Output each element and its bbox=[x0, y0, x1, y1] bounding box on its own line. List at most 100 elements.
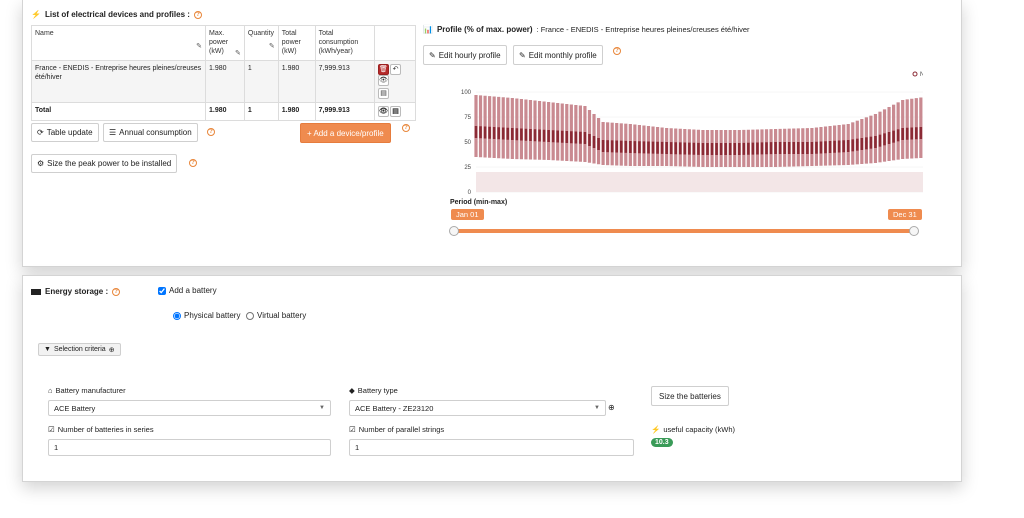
table-row: France - ENEDIS - Entreprise heures plei… bbox=[30, 60, 416, 103]
manufacturer-label: ⌂ Battery manufacturer bbox=[48, 386, 126, 395]
edit-icon: ☑ bbox=[48, 425, 55, 434]
y-tick-label: 0 bbox=[468, 190, 472, 196]
row-max-power: 1.980 bbox=[205, 60, 245, 103]
y-tick-label: 100 bbox=[461, 90, 472, 96]
period-slider-track[interactable] bbox=[449, 226, 919, 236]
legend-label: Needs bbox=[920, 72, 923, 78]
view-icon[interactable]: 👁 bbox=[378, 75, 389, 86]
y-tick-label: 25 bbox=[464, 165, 471, 171]
add-device-button[interactable]: + Add a device/profile bbox=[300, 123, 391, 143]
help-icon[interactable]: ? bbox=[613, 47, 621, 55]
chart-icon: 📊 bbox=[423, 25, 433, 34]
lightning-icon: ⚡ bbox=[31, 10, 41, 19]
help-icon[interactable]: ? bbox=[207, 128, 215, 136]
plus-circle-icon: ⊕ bbox=[108, 346, 115, 354]
column-header-quantity: Quantity ✎ bbox=[243, 25, 279, 61]
table-total-row: Total 1.980 1 1.980 7,999.913 👁 ▤ bbox=[30, 102, 416, 121]
row-total-power: 1.980 bbox=[277, 60, 316, 103]
table-update-button[interactable]: ⟳ Table update bbox=[31, 123, 99, 142]
devices-table: Name ✎ Max. power (kW) ✎ Quantity ✎ Total p… bbox=[30, 25, 416, 121]
storage-panel: Energy storage : ? Add a battery Physica… bbox=[22, 275, 962, 482]
edit-icon[interactable]: ✎ bbox=[269, 42, 275, 51]
legend-marker bbox=[912, 71, 918, 77]
total-total-power: 1.980 bbox=[277, 102, 316, 121]
edit-icon[interactable]: ✎ bbox=[196, 42, 202, 51]
total-max-power: 1.980 bbox=[205, 102, 245, 121]
battery-type-label: ◆ Battery type bbox=[349, 386, 398, 395]
capacity-badge: 10.3 bbox=[651, 438, 673, 447]
size-batteries-button[interactable]: Size the batteries bbox=[651, 386, 729, 406]
total-consumption: 7,999.913 bbox=[314, 102, 376, 121]
home-icon: ⌂ bbox=[48, 386, 53, 395]
edit-hourly-profile-button[interactable]: ✎ Edit hourly profile bbox=[423, 45, 507, 65]
profile-title: Profile (% of max. power) bbox=[436, 25, 533, 34]
pencil-icon: ✎ bbox=[429, 50, 436, 60]
baseline-band bbox=[476, 172, 923, 192]
physical-battery-option[interactable]: Physical battery bbox=[173, 311, 240, 320]
edit-monthly-profile-button[interactable]: ✎ Edit monthly profile bbox=[513, 45, 603, 65]
row-name: France - ENEDIS - Entreprise heures plei… bbox=[30, 60, 207, 103]
document-icon[interactable]: ▤ bbox=[390, 106, 401, 117]
devices-panel: ⚡ List of electrical devices and profile… bbox=[22, 0, 962, 267]
y-tick-label: 75 bbox=[464, 115, 471, 121]
undo-icon[interactable]: ↶ bbox=[390, 64, 401, 75]
row-actions: 🗑 ↶👁 ▤ bbox=[374, 60, 416, 103]
help-icon[interactable]: ? bbox=[112, 287, 121, 296]
total-quantity: 1 bbox=[243, 102, 279, 121]
virtual-battery-option[interactable]: Virtual battery bbox=[246, 311, 306, 320]
plus-circle-icon[interactable]: ⊕ bbox=[608, 403, 615, 412]
row-quantity: 1 bbox=[243, 60, 279, 103]
selection-criteria-button[interactable]: ▼ Selection criteria ⊕ bbox=[38, 343, 121, 356]
manufacturer-select[interactable]: ACE Battery ▼ bbox=[48, 400, 331, 416]
sliders-icon: ☰ bbox=[109, 128, 117, 137]
period-label: Period (min-max) bbox=[450, 199, 508, 206]
physical-battery-label: Physical battery bbox=[184, 311, 241, 320]
add-battery-label: Add a battery bbox=[169, 286, 217, 295]
column-header-total-power: Total power (kW) bbox=[277, 25, 316, 61]
chevron-down-icon: ▼ bbox=[594, 405, 600, 411]
y-tick-label: 50 bbox=[464, 140, 471, 146]
period-slider-start-handle[interactable] bbox=[449, 226, 459, 236]
series-input[interactable]: 1 bbox=[48, 439, 331, 456]
column-header-name: Name ✎ bbox=[30, 25, 207, 61]
column-header-actions bbox=[374, 25, 416, 61]
chevron-down-icon: ▼ bbox=[319, 405, 325, 411]
size-peak-power-button[interactable]: ⚙ Size the peak power to be installed bbox=[31, 154, 178, 173]
virtual-battery-label: Virtual battery bbox=[257, 311, 307, 320]
row-consumption: 7,999.913 bbox=[314, 60, 376, 103]
parallel-label: ☑ Number of parallel strings bbox=[349, 425, 445, 434]
period-start-badge: Jan 01 bbox=[451, 209, 484, 220]
storage-title: Energy storage : bbox=[45, 287, 109, 296]
virtual-battery-radio[interactable] bbox=[246, 311, 254, 320]
table-header: Name ✎ Max. power (kW) ✎ Quantity ✎ Total p… bbox=[30, 25, 416, 61]
delete-icon[interactable]: 🗑 bbox=[378, 64, 389, 75]
edit-icon: ☑ bbox=[349, 425, 356, 434]
storage-header: Energy storage : ? bbox=[31, 287, 121, 296]
annual-consumption-button[interactable]: ☰ Annual consumption bbox=[103, 123, 198, 142]
edit-icon[interactable]: ✎ bbox=[235, 49, 241, 58]
help-icon[interactable]: ? bbox=[402, 124, 410, 132]
series-label: ☑ Number of batteries in series bbox=[48, 425, 154, 434]
battery-icon bbox=[31, 288, 41, 295]
lightning-icon: ⚡ bbox=[651, 425, 661, 434]
profile-chart: 100 75 50 25 0 Needs bbox=[461, 71, 923, 196]
column-header-consumption: Total consumption (kWh/year) bbox=[314, 25, 376, 61]
period-slider-end-handle[interactable] bbox=[909, 226, 919, 236]
pencil-icon: ✎ bbox=[519, 50, 526, 60]
add-battery-option[interactable]: Add a battery bbox=[158, 286, 217, 295]
view-icon[interactable]: 👁 bbox=[378, 106, 389, 117]
total-label: Total bbox=[30, 102, 207, 121]
parallel-input[interactable]: 1 bbox=[349, 439, 634, 456]
column-header-max-power: Max. power (kW) ✎ bbox=[205, 25, 245, 61]
battery-type-select[interactable]: ACE Battery - ZE23120 ▼ bbox=[349, 400, 606, 416]
document-icon[interactable]: ▤ bbox=[378, 88, 389, 99]
refresh-icon: ⟳ bbox=[37, 128, 44, 137]
help-icon[interactable]: ? bbox=[189, 159, 197, 167]
help-icon[interactable]: ? bbox=[193, 10, 202, 19]
tag-icon: ◆ bbox=[349, 386, 355, 395]
physical-battery-radio[interactable] bbox=[173, 311, 181, 320]
add-battery-checkbox[interactable] bbox=[158, 286, 166, 295]
gears-icon: ⚙ bbox=[37, 159, 45, 168]
profile-subtitle: : France - ENEDIS - Entreprise heures pl… bbox=[536, 25, 750, 34]
devices-title: List of electrical devices and profiles … bbox=[44, 10, 190, 19]
